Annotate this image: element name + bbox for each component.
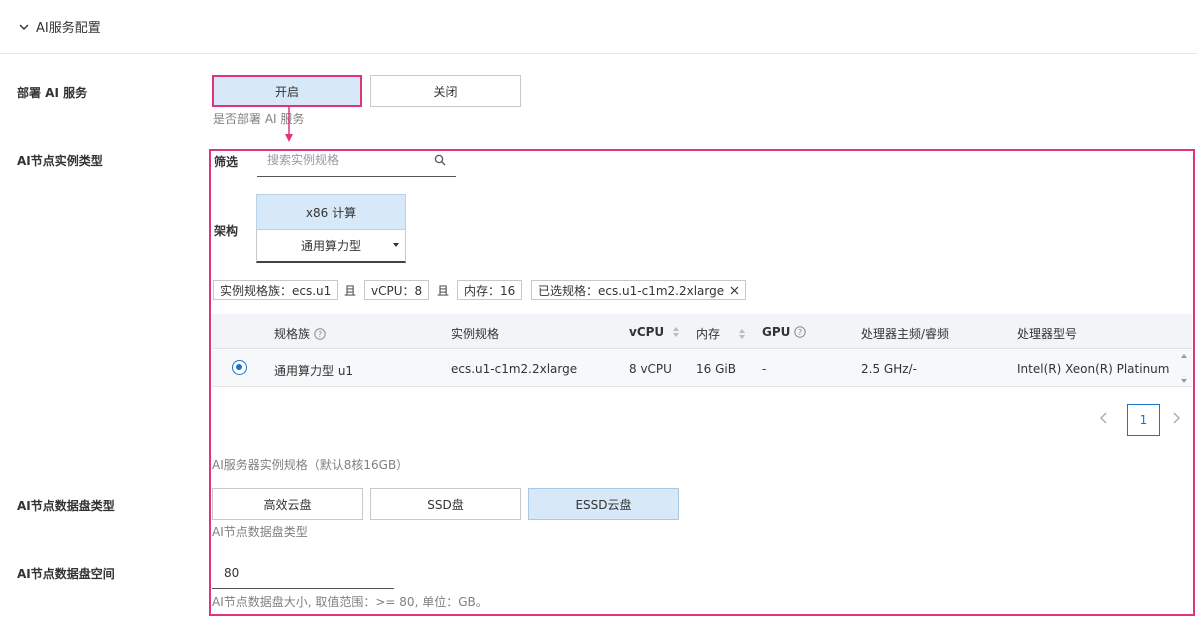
td-gpu: -	[762, 362, 767, 376]
filter-label: 筛选	[214, 155, 239, 169]
help-icon[interactable]: ?	[314, 327, 326, 340]
th-cpu-model: 处理器型号	[1017, 327, 1078, 341]
arch-select[interactable]: 通用算力型	[256, 230, 406, 263]
th-memory[interactable]: 内存	[696, 325, 746, 342]
close-icon[interactable]	[730, 286, 739, 295]
tag-vcpu[interactable]: vCPU：8	[364, 280, 430, 300]
th-gpu: GPU ?	[762, 325, 807, 339]
deploy-label: 部署 AI 服务	[17, 86, 88, 100]
section-title: AI服务配置	[36, 21, 101, 36]
disk-type-essd-button[interactable]: ESSD云盘	[528, 488, 679, 520]
row-radio[interactable]	[232, 360, 247, 375]
tag-memory-text: 内存：16	[464, 283, 516, 298]
th-family-text: 规格族	[274, 327, 311, 341]
arrow-down-icon	[285, 106, 293, 142]
help-icon[interactable]: ?	[794, 326, 807, 338]
th-vcpu[interactable]: vCPU	[629, 325, 680, 339]
td-cpu-model: Intel(R) Xeon(R) Platinum	[1017, 362, 1170, 376]
chevron-right-icon[interactable]	[1169, 410, 1183, 426]
pager-page-1[interactable]: 1	[1127, 404, 1160, 436]
arch-label: 架构	[214, 224, 239, 238]
sort-icon[interactable]	[738, 328, 746, 340]
th-freq: 处理器主频/睿频	[861, 327, 950, 341]
search-input[interactable]	[257, 148, 427, 172]
disk-size-label: AI节点数据盘空间	[17, 567, 115, 581]
disk-type-efficiency-button[interactable]: 高效云盘	[212, 488, 363, 520]
disk-size-field[interactable]	[212, 560, 394, 589]
td-family: 通用算力型 u1	[274, 364, 354, 378]
th-family: 规格族 ?	[274, 325, 326, 342]
search-box[interactable]	[257, 148, 456, 177]
sort-icon[interactable]	[672, 326, 680, 338]
th-spec: 实例规格	[451, 327, 500, 341]
chevron-down-icon	[19, 24, 29, 30]
tag-family-text: 实例规格族：ecs.u1	[220, 283, 332, 298]
disk-size-hint: AI节点数据盘大小, 取值范围：>= 80, 单位：GB。	[212, 595, 488, 609]
instance-hint: AI服务器实例规格（默认8核16GB）	[212, 458, 409, 472]
svg-text:?: ?	[318, 330, 322, 339]
td-memory: 16 GiB	[696, 362, 736, 376]
td-freq: 2.5 GHz/-	[861, 362, 917, 376]
table-row[interactable]: 通用算力型 u1 ecs.u1-c1m2.2xlarge 8 vCPU 16 G…	[212, 350, 1192, 387]
deploy-off-button[interactable]: 关闭	[370, 75, 521, 107]
disk-type-ssd-button[interactable]: SSD盘	[370, 488, 521, 520]
and-text: 且	[437, 284, 450, 298]
td-spec: ecs.u1-c1m2.2xlarge	[451, 362, 578, 376]
table-header: 规格族 ? 实例规格 vCPU 内存 GPU ? 处理器主频/睿频 处理器型号	[212, 314, 1192, 349]
disk-type-label: AI节点数据盘类型	[17, 499, 115, 513]
tag-family[interactable]: 实例规格族：ecs.u1	[213, 280, 339, 300]
td-vcpu: 8 vCPU	[629, 362, 672, 376]
th-gpu-text: GPU	[762, 325, 791, 339]
section-header[interactable]: AI服务配置	[0, 0, 1197, 54]
tag-selected[interactable]: 已选规格：ecs.u1-c1m2.2xlarge	[531, 280, 747, 300]
tag-memory[interactable]: 内存：16	[457, 280, 523, 300]
chevron-left-icon[interactable]	[1097, 410, 1111, 426]
caret-down-icon	[393, 243, 399, 247]
svg-text:?: ?	[798, 328, 802, 337]
th-vcpu-text: vCPU	[629, 325, 665, 339]
and-text: 且	[344, 284, 357, 298]
th-memory-text: 内存	[696, 327, 721, 341]
instance-label: AI节点实例类型	[17, 154, 103, 168]
deploy-on-button[interactable]: 开启	[212, 75, 362, 107]
disk-type-hint: AI节点数据盘类型	[212, 525, 308, 539]
arch-tab-x86[interactable]: x86 计算	[256, 194, 406, 230]
disk-size-input[interactable]	[212, 560, 382, 586]
search-icon[interactable]	[434, 154, 446, 166]
arch-select-value: 通用算力型	[300, 239, 361, 253]
tag-selected-text: 已选规格：ecs.u1-c1m2.2xlarge	[538, 283, 725, 298]
scrollbar[interactable]	[1178, 350, 1190, 387]
tag-vcpu-text: vCPU：8	[371, 283, 423, 298]
